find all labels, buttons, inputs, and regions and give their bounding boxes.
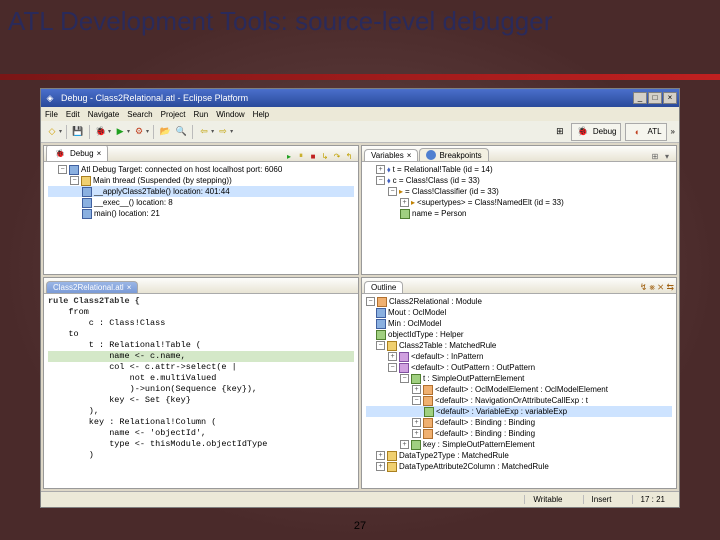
link-editor-icon[interactable]: ⇆ bbox=[666, 282, 674, 293]
outline-oclmodel[interactable]: +<default> : OclModelElement : OclModelE… bbox=[366, 384, 672, 395]
filter-icon[interactable]: ⨳ bbox=[649, 282, 655, 293]
nav-back-icon[interactable]: ⇦ bbox=[197, 125, 211, 139]
tab-close-icon[interactable]: × bbox=[97, 149, 102, 158]
menu-file[interactable]: File bbox=[45, 110, 58, 119]
window-titlebar: ◈ Debug - Class2Relational.atl - Eclipse… bbox=[41, 89, 679, 107]
step-over-icon[interactable]: ↷ bbox=[332, 151, 342, 161]
atl-icon: ◐ bbox=[630, 125, 644, 139]
slide-title: ATL Development Tools: source-level debu… bbox=[8, 6, 712, 37]
step-into-icon[interactable]: ↳ bbox=[320, 151, 330, 161]
outline-t-elem[interactable]: −t : SimpleOutPatternElement bbox=[366, 373, 672, 384]
debug-view: 🐞 Debug × ▸ ⏸ ■ ↳ ↷ ↰ −Atl Debug Target:… bbox=[43, 145, 359, 275]
stack-frame-3[interactable]: main() location: 21 bbox=[48, 208, 354, 219]
window-title: Debug - Class2Relational.atl - Eclipse P… bbox=[61, 93, 248, 103]
open-perspective-icon[interactable]: ⊞ bbox=[553, 125, 567, 139]
outline-outpattern[interactable]: −<default> : OutPattern : OutPattern bbox=[366, 362, 672, 373]
outline-module[interactable]: −Class2Relational : Module bbox=[366, 296, 672, 307]
perspective-atl-label: ATL bbox=[647, 127, 661, 136]
menu-bar: File Edit Navigate Search Project Run Wi… bbox=[41, 107, 679, 121]
run-icon[interactable]: ▶ bbox=[113, 125, 127, 139]
debug-target-node[interactable]: −Atl Debug Target: connected on host loc… bbox=[48, 164, 354, 175]
menu-project[interactable]: Project bbox=[161, 110, 186, 119]
status-cursor-pos: 17 : 21 bbox=[632, 495, 673, 504]
breakpoint-icon bbox=[426, 150, 436, 160]
status-insert: Insert bbox=[583, 495, 620, 504]
debug-thread-node[interactable]: −Main thread (Suspended (by stepping)) bbox=[48, 175, 354, 186]
stack-frame-2[interactable]: __exec__() location: 8 bbox=[48, 197, 354, 208]
collapse-icon[interactable]: ▾ bbox=[662, 151, 672, 161]
resume-icon[interactable]: ▸ bbox=[284, 151, 294, 161]
tab-outline[interactable]: Outline bbox=[364, 281, 403, 293]
new-icon[interactable]: ◇ bbox=[45, 125, 59, 139]
menu-search[interactable]: Search bbox=[127, 110, 152, 119]
tab-variables[interactable]: Variables × bbox=[364, 149, 418, 161]
tab-debug[interactable]: 🐞 Debug × bbox=[46, 145, 108, 161]
hide-icon[interactable]: ⨯ bbox=[657, 282, 665, 293]
perspective-atl[interactable]: ◐ ATL bbox=[625, 123, 666, 141]
suspend-icon[interactable]: ⏸ bbox=[296, 151, 306, 161]
eclipse-icon: ◈ bbox=[43, 91, 57, 105]
status-bar: Writable Insert 17 : 21 bbox=[41, 491, 679, 507]
title-underline bbox=[0, 74, 720, 80]
var-classifier[interactable]: −▸ = Class!Classifier (id = 33) bbox=[366, 186, 672, 197]
nav-forward-icon[interactable]: ⇨ bbox=[216, 125, 230, 139]
outline-binding1[interactable]: +<default> : Binding : Binding bbox=[366, 417, 672, 428]
debug-icon[interactable]: 🐞 bbox=[94, 125, 108, 139]
show-type-icon[interactable]: ⊞ bbox=[650, 151, 660, 161]
step-return-icon[interactable]: ↰ bbox=[344, 151, 354, 161]
editor-tab-label: Class2Relational.atl bbox=[53, 283, 124, 292]
eclipse-window: ◈ Debug - Class2Relational.atl - Eclipse… bbox=[40, 88, 680, 508]
terminate-icon[interactable]: ■ bbox=[308, 151, 318, 161]
outline-binding2[interactable]: +<default> : Binding : Binding bbox=[366, 428, 672, 439]
menu-edit[interactable]: Edit bbox=[66, 110, 80, 119]
tab-debug-label: Debug bbox=[70, 149, 94, 158]
outline-nav[interactable]: −<default> : NavigationOrAttributeCallEx… bbox=[366, 395, 672, 406]
ext-tools-icon[interactable]: ⚙ bbox=[132, 125, 146, 139]
status-writable: Writable bbox=[524, 495, 570, 504]
outline-mout[interactable]: Mout : OclModel bbox=[366, 307, 672, 318]
outline-rule-dt2t[interactable]: +DataType2Type : MatchedRule bbox=[366, 450, 672, 461]
tab-breakpoints[interactable]: Breakpoints bbox=[419, 148, 488, 161]
var-supertypes[interactable]: +▸ <supertypes> = Class!NamedElt (id = 3… bbox=[366, 197, 672, 208]
bug-icon: 🐞 bbox=[576, 125, 590, 139]
perspective-debug-label: Debug bbox=[593, 127, 617, 136]
tab-breakpoints-label: Breakpoints bbox=[439, 151, 481, 160]
outline-helper[interactable]: objectIdType : Helper bbox=[366, 329, 672, 340]
menu-window[interactable]: Window bbox=[216, 110, 244, 119]
window-minimize-button[interactable]: _ bbox=[633, 92, 647, 104]
outline-rule-c2t[interactable]: −Class2Table : MatchedRule bbox=[366, 340, 672, 351]
slide-page-number: 27 bbox=[354, 520, 366, 532]
sort-icon[interactable]: ↯ bbox=[640, 282, 648, 293]
editor-view: Class2Relational.atl × rule Class2Table … bbox=[43, 277, 359, 489]
outline-rule-dta2c[interactable]: +DataTypeAttribute2Column : MatchedRule bbox=[366, 461, 672, 472]
window-close-button[interactable]: × bbox=[663, 92, 677, 104]
menu-help[interactable]: Help bbox=[253, 110, 269, 119]
tab-outline-label: Outline bbox=[371, 283, 396, 292]
save-icon[interactable]: 💾 bbox=[71, 125, 85, 139]
outline-inpattern[interactable]: +<default> : InPattern bbox=[366, 351, 672, 362]
open-type-icon[interactable]: 📂 bbox=[158, 125, 172, 139]
tab-close-icon[interactable]: × bbox=[127, 283, 132, 292]
tab-editor-file[interactable]: Class2Relational.atl × bbox=[46, 281, 138, 293]
var-c[interactable]: −⬧ c = Class!Class (id = 33) bbox=[366, 175, 672, 186]
outline-min[interactable]: Min : OclModel bbox=[366, 318, 672, 329]
outline-varexp[interactable]: <default> : VariableExp : variableExp bbox=[366, 406, 672, 417]
outline-view: Outline ↯ ⨳ ⨯ ⇆ −Class2Relational : Modu… bbox=[361, 277, 677, 489]
tab-variables-label: Variables bbox=[371, 151, 404, 160]
stack-frame-1[interactable]: __applyClass2Table() location: 401:44 bbox=[48, 186, 354, 197]
search-icon[interactable]: 🔍 bbox=[174, 125, 188, 139]
variables-view: Variables × Breakpoints ⊞ ▾ +⬧ t = Relat… bbox=[361, 145, 677, 275]
perspective-more[interactable]: » bbox=[671, 127, 675, 136]
bug-icon: 🐞 bbox=[53, 146, 67, 160]
var-name[interactable]: name = Person bbox=[366, 208, 672, 219]
tab-close-icon[interactable]: × bbox=[407, 151, 412, 160]
window-maximize-button[interactable]: □ bbox=[648, 92, 662, 104]
menu-navigate[interactable]: Navigate bbox=[88, 110, 120, 119]
editor-body[interactable]: rule Class2Table { from c : Class!Class … bbox=[44, 294, 358, 488]
outline-key-elem[interactable]: +key : SimpleOutPatternElement bbox=[366, 439, 672, 450]
perspective-debug[interactable]: 🐞 Debug bbox=[571, 123, 622, 141]
main-toolbar: ◇▾ 💾 🐞▾ ▶▾ ⚙▾ 📂 🔍 ⇦▾ ⇨▾ ⊞ 🐞 Debug ◐ ATL … bbox=[41, 121, 679, 143]
menu-run[interactable]: Run bbox=[194, 110, 209, 119]
var-t[interactable]: +⬧ t = Relational!Table (id = 14) bbox=[366, 164, 672, 175]
